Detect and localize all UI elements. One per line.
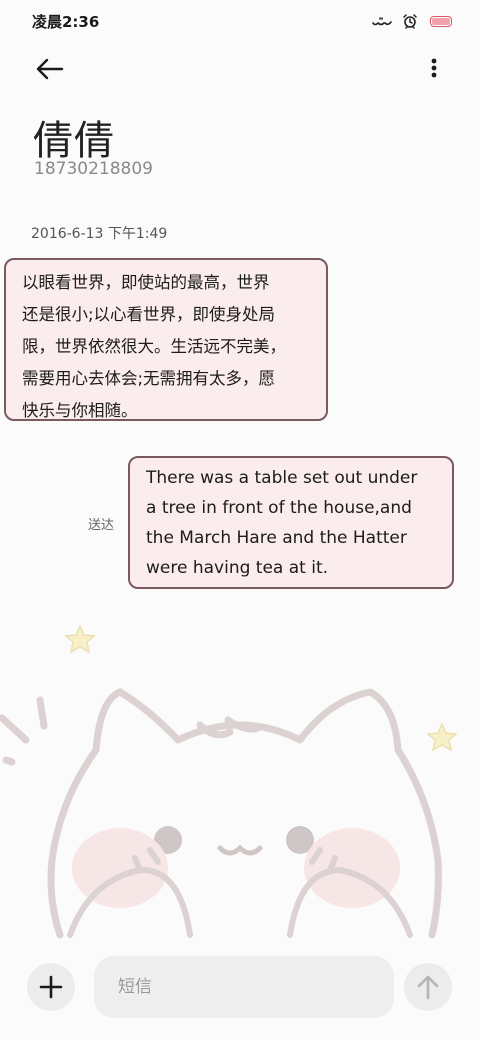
alarm-icon: [402, 13, 418, 29]
delivery-status: 送达: [88, 518, 115, 533]
status-time: 凌晨2:36: [32, 13, 100, 31]
star-icon: [426, 722, 458, 752]
star-icon: [64, 624, 96, 654]
status-bar: 凌晨2:36: [0, 0, 480, 44]
signal-icon: [372, 14, 394, 28]
more-vertical-icon: [431, 58, 437, 78]
plus-icon: [39, 975, 63, 999]
more-options-button[interactable]: [422, 54, 446, 84]
incoming-message-bubble[interactable]: 以眼看世界，即使站的最高，世界 还是很小;以心看世界，即使身处局 限，世界依然很…: [4, 258, 328, 421]
arrow-left-icon: [36, 58, 64, 80]
message-timestamp: 2016-6-13 下午1:49: [31, 226, 168, 242]
battery-icon: [430, 15, 452, 27]
send-button[interactable]: [404, 963, 452, 1011]
outgoing-message-bubble[interactable]: There was a table set out under a tree i…: [128, 456, 454, 589]
cat-wallpaper-illustration: [0, 624, 458, 939]
contact-number[interactable]: 18730218809: [34, 159, 153, 179]
status-icons: [372, 10, 452, 32]
arrow-up-icon: [417, 975, 439, 1000]
message-input[interactable]: [94, 956, 394, 1018]
back-button[interactable]: [32, 54, 68, 84]
add-attachment-button[interactable]: [27, 963, 75, 1011]
contact-name: 倩倩: [33, 118, 115, 164]
